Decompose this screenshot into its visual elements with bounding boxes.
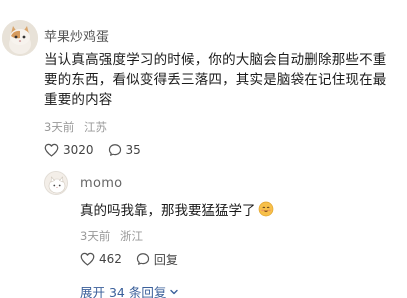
avatar[interactable] — [44, 171, 68, 195]
comment-time: 3天前 — [80, 229, 111, 243]
smiling-face-icon — [258, 201, 273, 217]
reply-button[interactable]: 回复 — [136, 251, 178, 268]
reply-count: 35 — [125, 143, 141, 157]
reply-actions: 462 回复 — [80, 250, 178, 268]
comment-time: 3天前 — [44, 120, 75, 134]
expand-replies-link[interactable]: 展开 34 条回复 — [80, 282, 179, 298]
like-button[interactable]: 3020 — [44, 143, 94, 157]
reply-label: 回复 — [153, 252, 178, 267]
expand-replies-label: 展开 34 条回复 — [80, 285, 167, 298]
like-count: 462 — [99, 252, 122, 266]
comment-location: 浙江 — [119, 229, 143, 243]
comment-meta: 3天前 江苏 — [44, 119, 107, 135]
comment-actions: 3020 35 — [44, 141, 141, 159]
heart-icon — [80, 252, 95, 266]
reply-content: 真的吗我靠，那我要猛猛学了 — [80, 199, 274, 219]
comment-icon — [136, 253, 150, 265]
author-name[interactable]: momo — [80, 176, 122, 191]
reply-button[interactable]: 35 — [108, 143, 141, 157]
author-name[interactable]: 苹果炒鸡蛋 — [44, 26, 109, 45]
comment-location: 江苏 — [83, 120, 107, 134]
comment-meta: 3天前 浙江 — [80, 228, 143, 244]
avatar[interactable] — [2, 20, 38, 56]
comment-icon — [108, 144, 121, 156]
comment-text: 当认真高强度学习的时候，你的大脑会自动删除那些不重要的东西，看似变得丢三落四，其… — [44, 52, 387, 108]
comment-text: 真的吗我靠，那我要猛猛学了 — [80, 203, 256, 219]
heart-icon — [44, 143, 59, 157]
like-button[interactable]: 462 — [80, 252, 122, 266]
chevron-down-icon — [170, 289, 179, 294]
like-count: 3020 — [63, 143, 94, 157]
